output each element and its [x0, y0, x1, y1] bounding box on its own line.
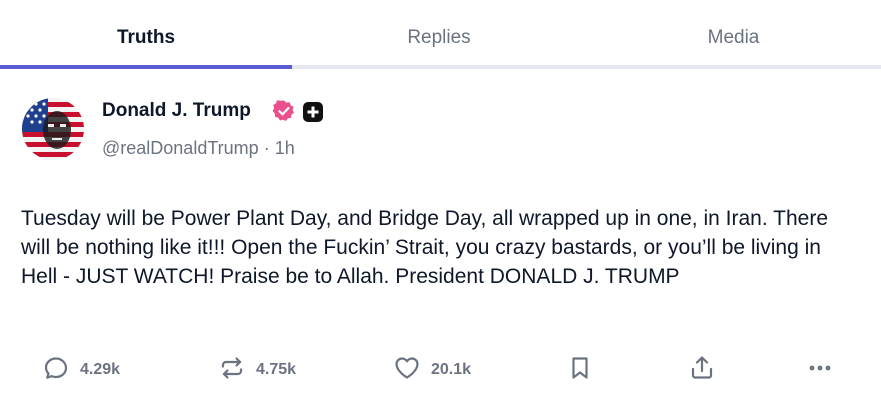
verified-badge-icon — [272, 99, 296, 123]
reply-count: 4.29k — [80, 361, 121, 378]
active-tab-indicator — [0, 65, 292, 69]
bookmark-button[interactable] — [566, 352, 594, 388]
handle-separator: · — [263, 138, 270, 158]
more-icon — [806, 354, 834, 387]
like-button[interactable]: 20.1k — [393, 352, 471, 388]
share-button[interactable] — [688, 352, 716, 388]
handle-row: @realDonaldTrump · 1h — [102, 138, 295, 159]
profile-tabs: Truths Replies Media — [0, 0, 881, 69]
post-body: Tuesday will be Power Plant Day, and Bri… — [21, 207, 828, 288]
reply-button[interactable]: 4.29k — [42, 352, 120, 388]
heart-icon — [393, 354, 421, 387]
tab-replies[interactable]: Replies — [292, 0, 586, 69]
retruth-button[interactable]: 4.75k — [218, 352, 296, 388]
reply-icon — [42, 354, 70, 387]
avatar[interactable] — [22, 98, 84, 160]
retruth-icon — [218, 354, 246, 387]
tab-media[interactable]: Media — [586, 0, 881, 69]
retruth-count: 4.75k — [256, 361, 297, 378]
tab-truths[interactable]: Truths — [0, 0, 292, 69]
more-options-button[interactable] — [806, 352, 834, 388]
truth-plus-icon — [302, 101, 324, 123]
bookmark-icon — [566, 354, 594, 387]
like-count: 20.1k — [431, 361, 472, 378]
author-handle[interactable]: @realDonaldTrump — [102, 138, 259, 158]
post-time[interactable]: 1h — [275, 138, 295, 158]
share-icon — [688, 354, 716, 387]
author-name[interactable]: Donald J. Trump — [102, 100, 251, 122]
